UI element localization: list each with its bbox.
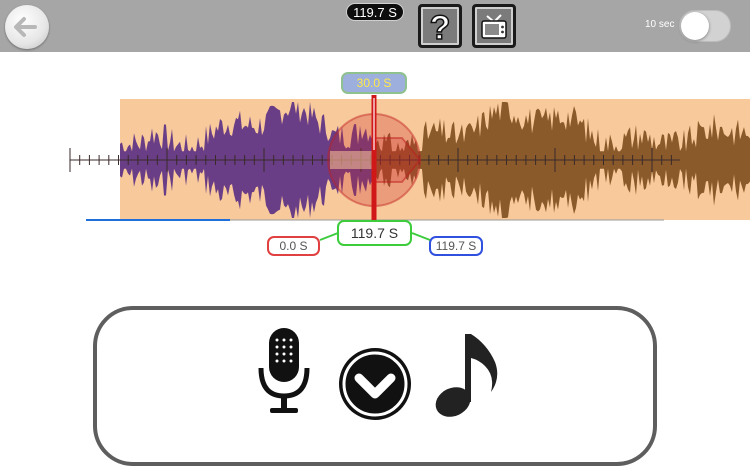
record-import-panel: [93, 306, 657, 466]
microphone-icon[interactable]: [255, 324, 315, 424]
chevron-down-icon[interactable]: [337, 346, 417, 426]
music-note-icon[interactable]: [429, 326, 509, 426]
